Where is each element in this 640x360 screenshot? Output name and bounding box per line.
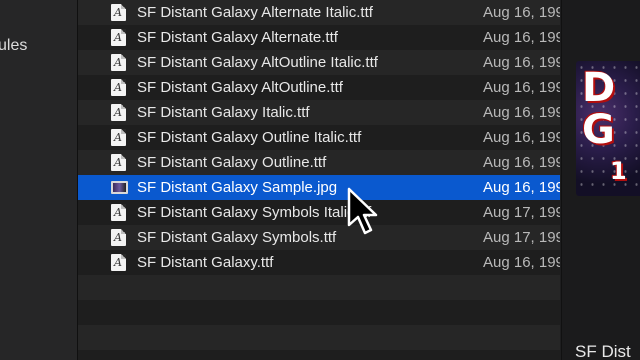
file-name: SF Distant Galaxy Outline.ttf bbox=[137, 154, 327, 171]
font-file-icon: A bbox=[111, 204, 126, 221]
mouse-pointer-icon bbox=[347, 187, 378, 235]
font-file-icon: A bbox=[111, 229, 126, 246]
file-date: Aug 17, 199 bbox=[483, 229, 560, 246]
list-item[interactable]: A SF Distant Galaxy Outline.ttf Aug 16, … bbox=[78, 150, 560, 175]
file-date: Aug 16, 199 bbox=[483, 254, 560, 271]
font-file-icon: A bbox=[111, 104, 126, 121]
preview-file-name: SF Dist bbox=[575, 342, 631, 360]
empty-row bbox=[78, 325, 560, 350]
file-name: SF Distant Galaxy AltOutline Italic.ttf bbox=[137, 54, 378, 71]
list-item[interactable]: A SF Distant Galaxy Alternate.ttf Aug 16… bbox=[78, 25, 560, 50]
sidebar-item[interactable]: sules bbox=[0, 37, 27, 55]
file-date: Aug 16, 199 bbox=[483, 79, 560, 96]
preview-image-text: D bbox=[582, 65, 616, 111]
empty-row bbox=[78, 275, 560, 300]
file-date: Aug 16, 199 bbox=[483, 179, 560, 196]
preview-image-text: G bbox=[582, 107, 615, 153]
list-item[interactable]: A SF Distant Galaxy AltOutline.ttf Aug 1… bbox=[78, 75, 560, 100]
file-name: SF Distant Galaxy.ttf bbox=[137, 254, 274, 271]
file-name: SF Distant Galaxy AltOutline.ttf bbox=[137, 79, 343, 96]
file-name: SF Distant Galaxy Outline Italic.ttf bbox=[137, 129, 362, 146]
list-item[interactable]: A SF Distant Galaxy Outline Italic.ttf A… bbox=[78, 125, 560, 150]
font-file-icon: A bbox=[111, 154, 126, 171]
file-name: SF Distant Galaxy Alternate.ttf bbox=[137, 29, 338, 46]
file-date: Aug 16, 199 bbox=[483, 29, 560, 46]
list-item[interactable]: A SF Distant Galaxy Italic.ttf Aug 16, 1… bbox=[78, 100, 560, 125]
sidebar: sules s bbox=[0, 0, 78, 360]
font-file-icon: A bbox=[111, 29, 126, 46]
file-date: Aug 17, 199 bbox=[483, 204, 560, 221]
preview-image-text: 1 bbox=[610, 157, 627, 185]
file-date: Aug 16, 199 bbox=[483, 4, 560, 21]
file-date: Aug 16, 199 bbox=[483, 104, 560, 121]
list-item-selected[interactable]: SF Distant Galaxy Sample.jpg Aug 16, 199 bbox=[78, 175, 560, 200]
file-name: SF Distant Galaxy Symbols Italic.ttf bbox=[137, 204, 372, 221]
file-name: SF Distant Galaxy Sample.jpg bbox=[137, 179, 338, 196]
file-name: SF Distant Galaxy Alternate Italic.ttf bbox=[137, 4, 373, 21]
font-file-icon: A bbox=[111, 254, 126, 271]
list-item[interactable]: A SF Distant Galaxy.ttf Aug 16, 199 bbox=[78, 250, 560, 275]
file-list: A SF Distant Galaxy Alternate Italic.ttf… bbox=[78, 0, 560, 360]
font-file-icon: A bbox=[111, 4, 126, 21]
list-item[interactable]: A SF Distant Galaxy Symbols Italic.ttf A… bbox=[78, 200, 560, 225]
font-file-icon: A bbox=[111, 129, 126, 146]
file-date: Aug 16, 199 bbox=[483, 54, 560, 71]
preview-pane: D G 1 SF Dist bbox=[561, 0, 640, 360]
font-file-icon: A bbox=[111, 79, 126, 96]
font-file-icon: A bbox=[111, 54, 126, 71]
preview-image: D G 1 bbox=[576, 61, 640, 196]
file-name: SF Distant Galaxy Symbols.ttf bbox=[137, 229, 337, 246]
list-item[interactable]: A SF Distant Galaxy Alternate Italic.ttf… bbox=[78, 0, 560, 25]
file-date: Aug 16, 199 bbox=[483, 154, 560, 171]
list-item[interactable]: A SF Distant Galaxy Symbols.ttf Aug 17, … bbox=[78, 225, 560, 250]
file-name: SF Distant Galaxy Italic.ttf bbox=[137, 104, 310, 121]
list-item[interactable]: A SF Distant Galaxy AltOutline Italic.tt… bbox=[78, 50, 560, 75]
file-date: Aug 16, 199 bbox=[483, 129, 560, 146]
image-file-icon bbox=[111, 181, 128, 194]
